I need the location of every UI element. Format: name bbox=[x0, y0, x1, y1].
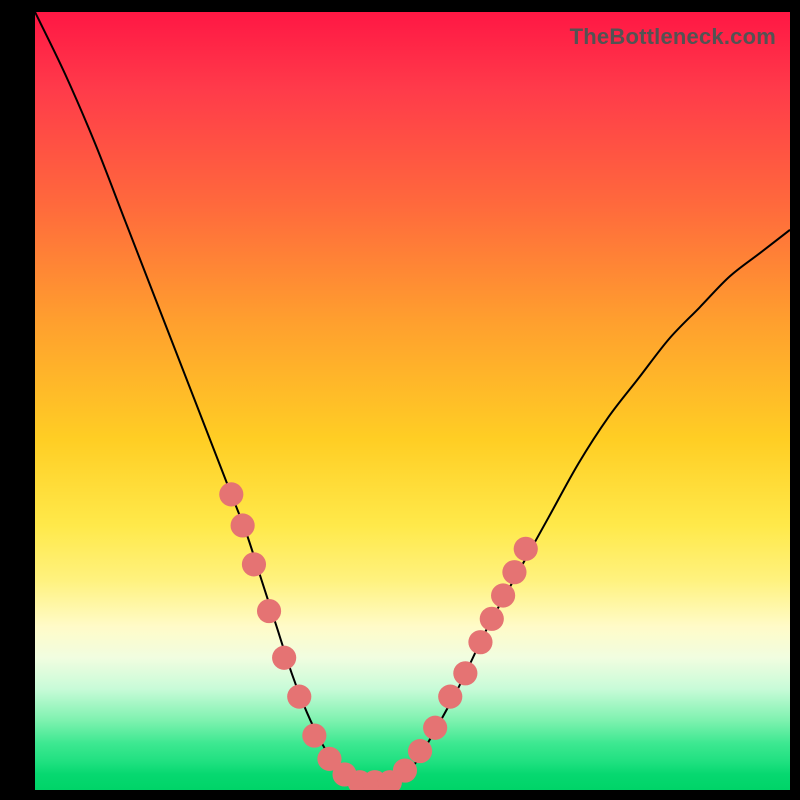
curve-marker bbox=[231, 513, 255, 537]
curve-marker bbox=[272, 646, 296, 670]
curve-markers bbox=[219, 482, 538, 790]
curve-marker bbox=[438, 685, 462, 709]
curve-marker bbox=[393, 758, 417, 782]
curve-marker bbox=[242, 552, 266, 576]
curve-marker bbox=[423, 716, 447, 740]
curve-marker bbox=[480, 607, 504, 631]
plot-area: TheBottleneck.com bbox=[35, 12, 790, 790]
curve-marker bbox=[287, 685, 311, 709]
curve-marker bbox=[408, 739, 432, 763]
curve-marker bbox=[302, 723, 326, 747]
curve-marker bbox=[219, 482, 243, 506]
curve-marker bbox=[514, 537, 538, 561]
curve-marker bbox=[468, 630, 492, 654]
curve-layer bbox=[35, 12, 790, 790]
curve-marker bbox=[502, 560, 526, 584]
curve-marker bbox=[257, 599, 281, 623]
curve-marker bbox=[453, 661, 477, 685]
chart-stage: TheBottleneck.com bbox=[0, 0, 800, 800]
bottleneck-curve bbox=[35, 12, 790, 783]
curve-marker bbox=[491, 583, 515, 607]
